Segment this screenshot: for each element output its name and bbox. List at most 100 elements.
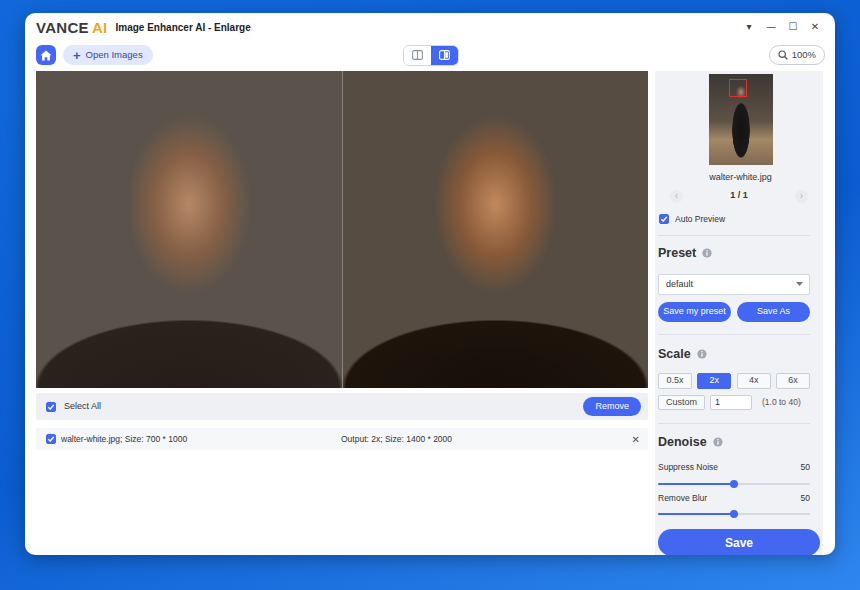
magnifier-icon (778, 50, 788, 60)
output-info: Output: 2x; Size: 1400 * 2000 (341, 433, 452, 446)
preset-dropdown[interactable]: default (658, 274, 810, 295)
slider-label: Remove Blur (658, 492, 707, 505)
select-all-label: Select All (64, 400, 101, 414)
thumbnail-filename: walter-white.jpg (658, 171, 823, 183)
file-list: walter-white.jpg; Size: 700 * 1000Output… (36, 420, 648, 450)
close-button[interactable]: ✕ (805, 22, 825, 32)
save-preset-button[interactable]: Save my preset (658, 302, 731, 322)
toolbar-right: 100% (459, 45, 826, 65)
page-indicator: 1 / 1 (730, 189, 748, 203)
file-row[interactable]: walter-white.jpg; Size: 700 * 1000Output… (36, 428, 648, 450)
logo-brand: VANCE (36, 19, 89, 36)
main-area: Select All Remove walter-white.jpg; Size… (25, 71, 835, 555)
preset-section: Preset default Save my preset Save As (658, 225, 823, 322)
preset-value: default (666, 278, 693, 292)
custom-scale-input[interactable] (710, 395, 752, 410)
info-icon[interactable] (697, 349, 707, 359)
original-photo (36, 71, 342, 388)
auto-preview-label: Auto Preview (675, 213, 725, 226)
window-title: Image Enhancer AI - Enlarge (116, 20, 251, 35)
zoom-level: 100% (792, 48, 816, 62)
slider-label: Suppress Noise (658, 461, 718, 474)
title-bar: VANCEAI Image Enhancer AI - Enlarge ▾—☐✕ (25, 13, 835, 41)
info-icon[interactable] (713, 437, 723, 447)
vanceai-logo: VANCEAI (36, 20, 108, 35)
divider (658, 235, 810, 236)
scale-option[interactable]: 0.5x (658, 373, 692, 389)
check-icon (47, 403, 55, 411)
slider-thumb[interactable] (730, 510, 738, 518)
select-all-checkbox[interactable] (46, 402, 56, 412)
slider-header: Suppress Noise 50 (658, 461, 810, 474)
denoise-title: Denoise (658, 433, 707, 452)
home-button[interactable] (36, 45, 56, 65)
logo-accent: AI (92, 19, 108, 36)
slider-value: 50 (801, 461, 810, 474)
custom-scale-range: (1.0 to 40) (762, 396, 801, 409)
check-icon (660, 215, 668, 223)
workspace: Select All Remove walter-white.jpg; Size… (36, 71, 648, 555)
plus-icon: + (73, 49, 81, 62)
select-all-bar: Select All Remove (36, 393, 648, 420)
slider-fill (658, 513, 734, 515)
slider-value: 50 (801, 492, 810, 505)
info-icon[interactable] (702, 248, 712, 258)
scale-option[interactable]: 6x (776, 373, 810, 389)
scale-options: 0.5x 2x 4x 6x (658, 373, 810, 389)
enhanced-photo (343, 71, 649, 388)
home-icon (40, 50, 52, 61)
remove-file-button[interactable]: ✕ (632, 432, 640, 447)
slider-header: Remove Blur 50 (658, 492, 810, 505)
previous-icon: ‹ (675, 191, 678, 201)
save-button[interactable]: Save (658, 529, 820, 555)
single-view-icon (412, 50, 423, 60)
settings-panel: walter-white.jpg ‹ 1 / 1 › Auto Preview … (655, 71, 823, 555)
app-window: VANCEAI Image Enhancer AI - Enlarge ▾—☐✕… (25, 13, 835, 555)
toolbar-left: +Open Images (36, 45, 403, 65)
file-info: walter-white.jpg; Size: 700 * 1000 (61, 433, 341, 446)
single-view-button[interactable] (404, 46, 431, 65)
scale-option[interactable]: 2x (697, 373, 731, 389)
denoise-section: Denoise Suppress Noise 50 Remove Blur 50 (658, 410, 823, 519)
remove-button[interactable]: Remove (583, 397, 641, 416)
slider[interactable] (658, 509, 810, 519)
next-button[interactable]: › (795, 190, 808, 203)
pager: ‹ 1 / 1 › (658, 189, 823, 203)
save-as-button[interactable]: Save As (737, 302, 810, 322)
minimize-button[interactable]: — (761, 22, 781, 32)
custom-scale-button[interactable]: Custom (658, 395, 705, 411)
preset-buttons: Save my preset Save As (658, 302, 810, 322)
slider[interactable] (658, 479, 810, 489)
split-view-icon (439, 50, 450, 60)
image-thumbnail[interactable] (709, 74, 773, 165)
file-checkbox[interactable] (46, 434, 56, 444)
slider-track[interactable] (658, 483, 810, 485)
zoom-button[interactable]: 100% (769, 45, 825, 65)
caret-down-icon (796, 282, 803, 286)
scale-title: Scale (658, 345, 691, 364)
scale-heading: Scale (658, 345, 810, 364)
split-view-button[interactable] (431, 46, 458, 65)
slider-track[interactable] (658, 513, 810, 515)
compare-preview (36, 71, 648, 388)
toolbar: +Open Images 100% (25, 41, 835, 69)
custom-scale-row: Custom (1.0 to 40) (658, 395, 810, 411)
maximize-button[interactable]: ☐ (783, 22, 803, 32)
view-toggle (403, 45, 459, 66)
check-icon (47, 435, 55, 443)
next-icon: › (800, 191, 803, 201)
scale-option[interactable]: 4x (737, 373, 771, 389)
slider-thumb[interactable] (730, 480, 738, 488)
slider-fill (658, 483, 734, 485)
pin-button[interactable]: ▾ (739, 22, 759, 32)
denoise-sliders: Suppress Noise 50 Remove Blur 50 (658, 461, 810, 520)
auto-preview-checkbox[interactable] (659, 214, 669, 224)
divider (658, 423, 810, 424)
denoise-heading: Denoise (658, 433, 810, 452)
preset-heading: Preset (658, 244, 810, 263)
open-images-button[interactable]: +Open Images (63, 45, 153, 65)
preset-title: Preset (658, 244, 696, 263)
previous-button[interactable]: ‹ (670, 190, 683, 203)
divider (658, 334, 810, 335)
preview-region-marker[interactable] (729, 79, 747, 97)
